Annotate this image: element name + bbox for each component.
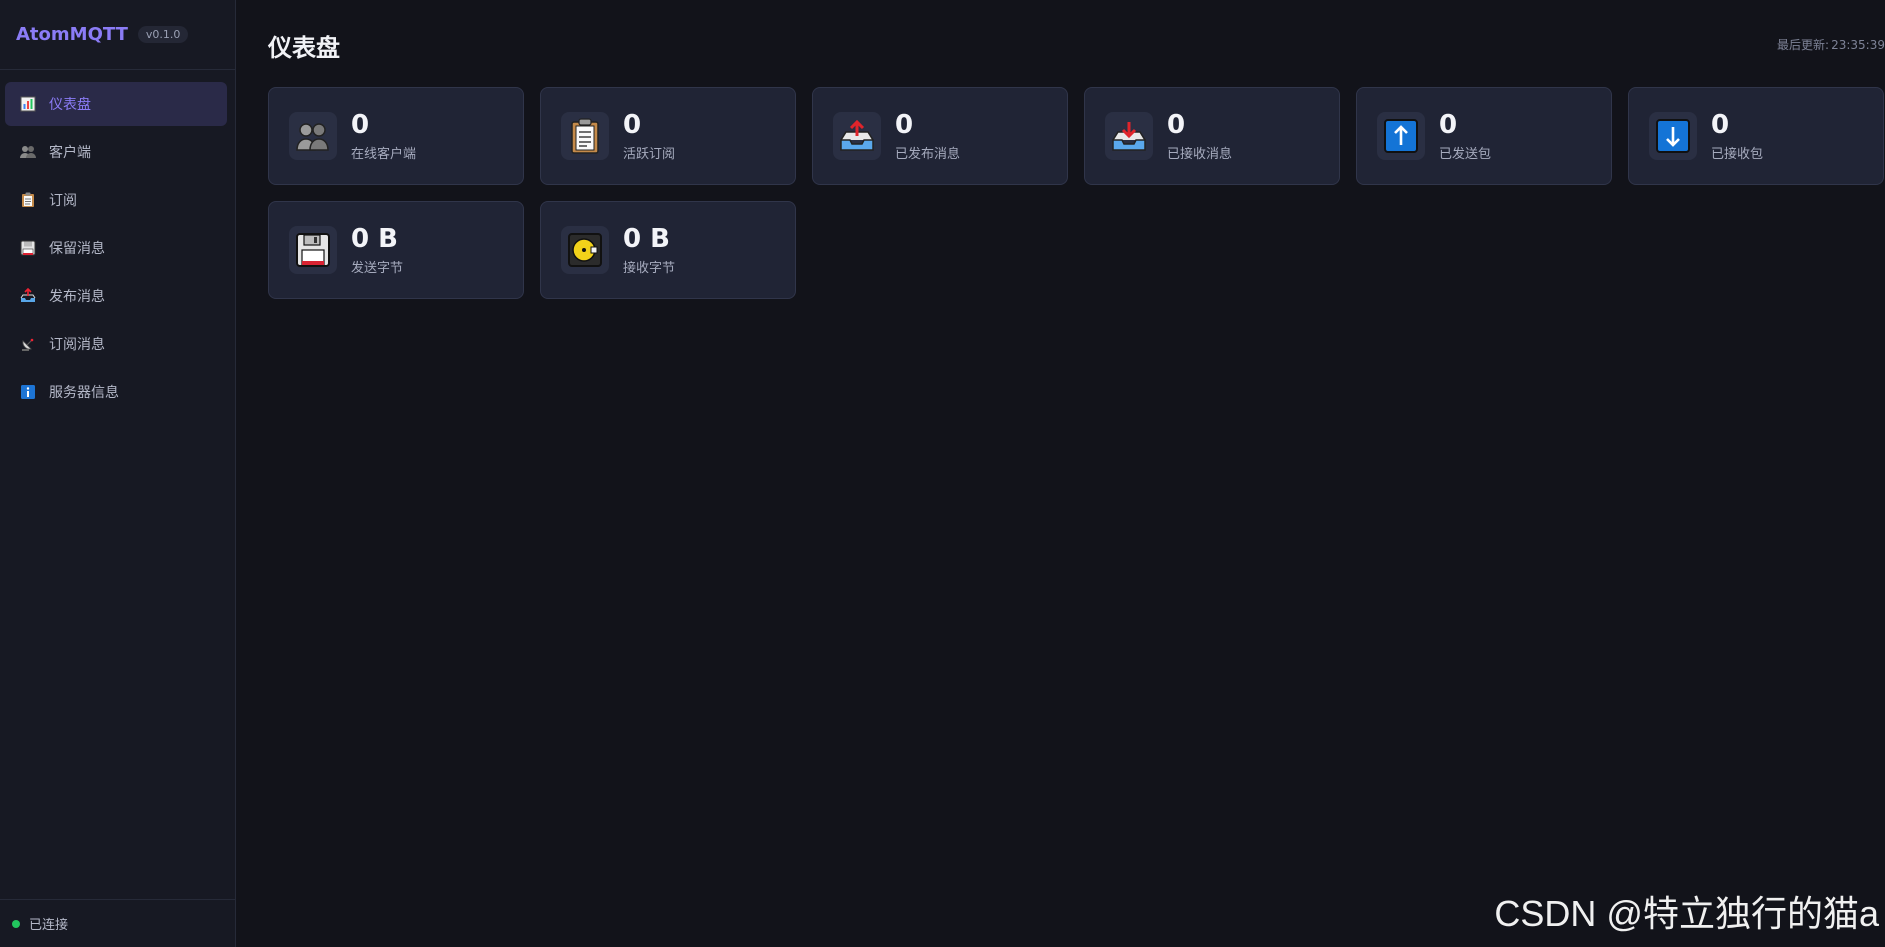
last-update-time: 23:35:39 (1831, 38, 1885, 52)
sidebar-item-label: 订阅 (49, 193, 77, 209)
sidebar-item-label: 服务器信息 (49, 385, 119, 401)
stat-label: 已接收消息 (1167, 147, 1233, 162)
watermark: CSDN @特立独行的猫a (1494, 893, 1879, 934)
brand: AtomMQTT v0.1.0 (0, 0, 235, 70)
floppy-icon (289, 226, 337, 274)
stat-value: 0 B (623, 224, 670, 254)
stat-value: 0 (1167, 110, 1186, 140)
outbox-icon (833, 112, 881, 160)
sidebar-item-label: 保留消息 (49, 241, 105, 257)
stat-card-online-clients: 0 在线客户端 (268, 87, 524, 185)
inbox-icon (1105, 112, 1153, 160)
connection-status: 已连接 (0, 899, 235, 947)
sidebar-item-label: 发布消息 (49, 289, 105, 305)
sidebar-item-subscribe-messages[interactable]: 订阅消息 (5, 322, 227, 366)
arrow-up-icon (1377, 112, 1425, 160)
app-window: AtomMQTT v0.1.0 仪表盘 客户端 订阅 保留消息 发布消息 订阅消… (0, 0, 1885, 947)
info-icon (19, 383, 37, 401)
sidebar-item-label: 仪表盘 (49, 97, 91, 113)
stat-card-published-messages: 0 已发布消息 (812, 87, 1068, 185)
arrow-down-icon (1649, 112, 1697, 160)
stat-value: 0 (623, 110, 642, 140)
sidebar-item-server-info[interactable]: 服务器信息 (5, 370, 227, 414)
sidebar-item-retained[interactable]: 保留消息 (5, 226, 227, 270)
sidebar-nav: 仪表盘 客户端 订阅 保留消息 发布消息 订阅消息 服务器信息 (0, 70, 235, 418)
last-update-label: 最后更新: (1777, 38, 1830, 52)
disk-icon (561, 226, 609, 274)
floppy-icon (19, 239, 37, 257)
app-name: AtomMQTT (16, 24, 128, 45)
version-badge: v0.1.0 (137, 26, 189, 43)
stat-label: 已发送包 (1439, 147, 1492, 162)
chart-icon (19, 95, 37, 113)
sidebar-item-clients[interactable]: 客户端 (5, 130, 227, 174)
clipboard-icon (561, 112, 609, 160)
stat-value: 0 (1439, 110, 1458, 140)
sidebar-item-publish[interactable]: 发布消息 (5, 274, 227, 318)
stat-label: 在线客户端 (351, 147, 417, 162)
clipboard-icon (19, 191, 37, 209)
stat-value: 0 (895, 110, 914, 140)
stats-grid: 0 在线客户端 0 活跃订阅 0 已发布消息 0 已接收消息 0 已发送包 0 … (268, 87, 1885, 299)
stat-card-sent-packets: 0 已发送包 (1356, 87, 1612, 185)
stat-label: 发送字节 (351, 261, 404, 276)
users-icon (289, 112, 337, 160)
last-update: 最后更新: 23:35:39 (1777, 36, 1885, 53)
stat-value: 0 B (351, 224, 398, 254)
stat-label: 已发布消息 (895, 147, 961, 162)
page-title: 仪表盘 (268, 34, 340, 62)
stat-card-received-packets: 0 已接收包 (1628, 87, 1884, 185)
sidebar-item-label: 订阅消息 (49, 337, 105, 353)
satellite-icon (19, 335, 37, 353)
outbox-icon (19, 287, 37, 305)
stat-label: 活跃订阅 (623, 147, 676, 162)
stat-card-bytes-sent: 0 B 发送字节 (268, 201, 524, 299)
main-content: 仪表盘 最后更新: 23:35:39 0 在线客户端 0 活跃订阅 0 已发布消… (236, 0, 1885, 947)
sidebar-item-dashboard[interactable]: 仪表盘 (5, 82, 227, 126)
stat-card-active-subscriptions: 0 活跃订阅 (540, 87, 796, 185)
users-icon (19, 143, 37, 161)
stat-label: 已接收包 (1711, 147, 1764, 162)
status-text: 已连接 (29, 918, 69, 933)
sidebar: AtomMQTT v0.1.0 仪表盘 客户端 订阅 保留消息 发布消息 订阅消… (0, 0, 236, 947)
sidebar-item-label: 客户端 (49, 145, 91, 161)
sidebar-item-subscriptions[interactable]: 订阅 (5, 178, 227, 222)
stat-card-received-messages: 0 已接收消息 (1084, 87, 1340, 185)
status-dot-icon (12, 919, 20, 928)
stat-value: 0 (351, 110, 370, 140)
stat-card-bytes-received: 0 B 接收字节 (540, 201, 796, 299)
stat-value: 0 (1711, 110, 1730, 140)
stat-label: 接收字节 (623, 261, 676, 276)
